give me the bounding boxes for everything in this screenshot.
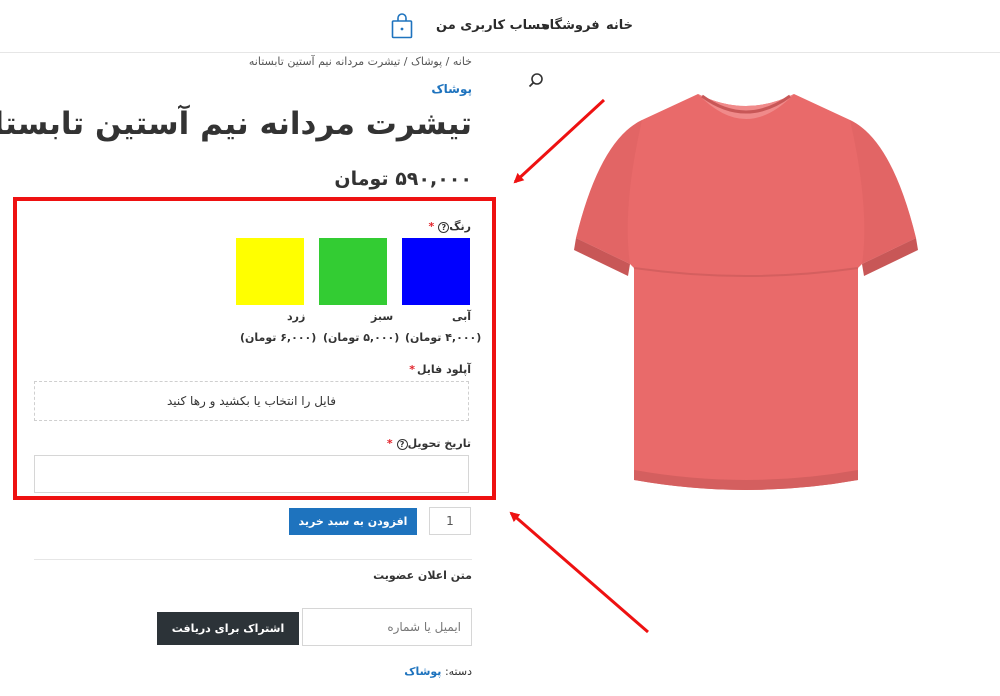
help-icon[interactable]: ?	[396, 438, 408, 450]
color-field-label: رنگ?*	[429, 220, 472, 233]
nav-account-link[interactable]: حساب کاربری من	[436, 18, 550, 33]
swatch-name: سبز	[371, 310, 394, 323]
breadcrumb-current: تیشرت مردانه نیم آستین تابستانه	[248, 55, 401, 68]
product-image	[574, 94, 918, 490]
upload-field-label: آپلود فایل*	[409, 363, 471, 376]
swatch-name: آبی	[452, 310, 472, 323]
category-meta-label: دسته:	[444, 665, 472, 678]
notify-text: متن اعلان عضویت	[373, 569, 472, 582]
nav-home-link[interactable]: خانه	[606, 18, 633, 33]
page-title: تیشرت مردانه نیم آستین تابستانه	[0, 106, 473, 142]
top-nav: خانه فروشگاه حساب کاربری من	[0, 0, 1000, 53]
breadcrumb-home[interactable]: خانه	[453, 55, 472, 68]
breadcrumb-separator: /	[400, 55, 411, 68]
delivery-date-label: تاریخ تحویل?*	[387, 437, 471, 450]
breadcrumb-separator: /	[442, 55, 453, 68]
required-marker: *	[409, 363, 415, 376]
add-to-cart-button[interactable]: افزودن به سبد خرید	[289, 508, 417, 535]
search-icon[interactable]	[528, 72, 544, 88]
product-category-link[interactable]: پوشاک	[431, 82, 472, 96]
required-marker: *	[428, 220, 435, 233]
color-swatch-yellow[interactable]	[236, 238, 304, 305]
annotation-arrow-bottom	[509, 511, 649, 634]
color-swatch-blue[interactable]	[402, 238, 470, 305]
shopping-bag-icon[interactable]	[391, 13, 413, 39]
breadcrumb-category[interactable]: پوشاک	[411, 55, 442, 68]
swatch-price: (۶,۰۰۰ تومان)	[240, 331, 317, 344]
quantity-input[interactable]: 1	[429, 507, 471, 535]
breadcrumb: خانه / پوشاک / تیشرت مردانه نیم آستین تا…	[249, 55, 472, 68]
delivery-date-input[interactable]	[34, 455, 469, 493]
date-label-text: تاریخ تحویل	[407, 437, 471, 450]
color-label-text: رنگ	[449, 220, 471, 233]
divider	[34, 559, 472, 560]
notify-email-input[interactable]: ایمیل یا شماره	[302, 608, 472, 646]
swatch-price: (۵,۰۰۰ تومان)	[323, 331, 400, 344]
category-meta-link[interactable]: پوشاک	[404, 665, 441, 678]
swatch-name: زرد	[287, 310, 306, 323]
product-price: ۵۹۰,۰۰۰ تومان	[334, 168, 472, 190]
help-icon[interactable]: ?	[438, 221, 450, 233]
file-upload-dropzone[interactable]: فایل را انتخاب یا بکشید و رها کنید	[34, 381, 469, 421]
upload-label-text: آپلود فایل	[416, 363, 471, 376]
product-meta-category: دسته: پوشاک	[404, 665, 472, 678]
subscribe-button[interactable]: اشتراک برای دریافت اعلان	[157, 612, 299, 668]
required-marker: *	[386, 437, 393, 450]
color-swatch-green[interactable]	[319, 238, 387, 305]
swatch-price: (۴,۰۰۰ تومان)	[405, 331, 482, 344]
nav-shop-link[interactable]: فروشگاه	[542, 18, 600, 33]
